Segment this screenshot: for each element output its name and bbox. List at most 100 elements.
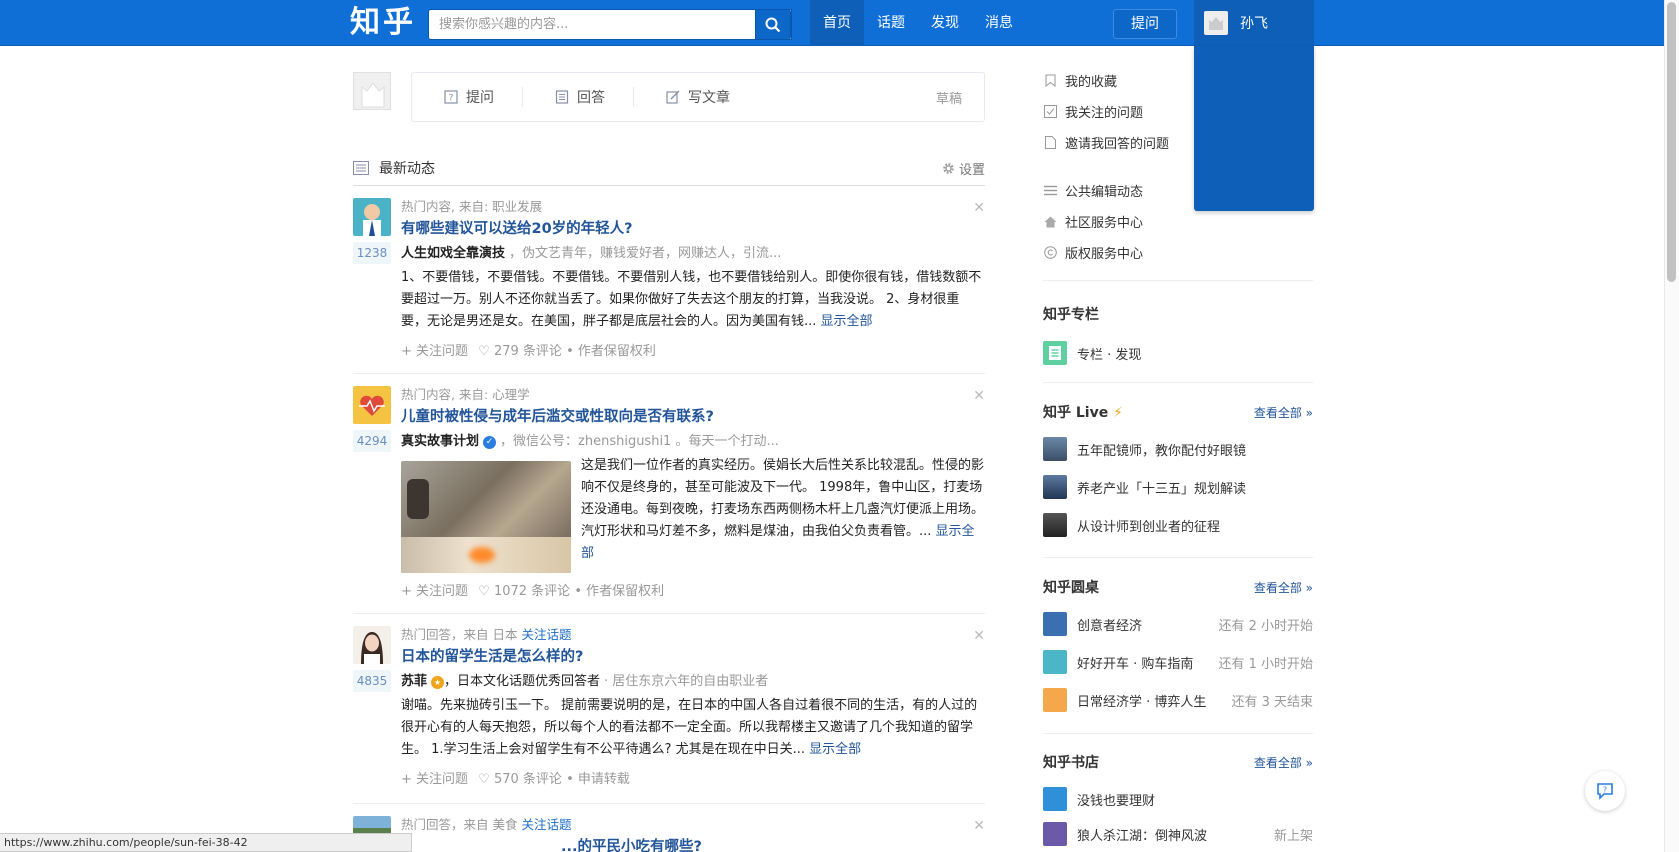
menu-item-logout[interactable]: 退出 [1547, 46, 1679, 87]
topic-thumbnail[interactable] [353, 198, 391, 236]
answer-author: 真实故事计划 ✓ ，微信公号：zhenshigushi1 。每天一个打动... [401, 432, 985, 452]
follow-topic-link[interactable]: 关注话题 [521, 627, 571, 642]
close-icon[interactable]: ✕ [973, 200, 985, 216]
sidebar-item-invitations[interactable]: 邀请我回答的问题 [1043, 127, 1169, 158]
sidebar-item-copyright-center[interactable]: 版权服务中心 [1043, 237, 1143, 268]
sidebar-links-primary: 我的收藏 我关注的问题 邀请我回答的问题 [1043, 65, 1169, 158]
document-icon [1043, 136, 1057, 150]
question-title[interactable]: 日本的留学生活是怎么样的? [401, 646, 985, 668]
item-actions: + 关注问题 ♡ 570 条评论 • 申请转载 [401, 772, 630, 787]
divider [1043, 280, 1313, 281]
composer-avatar[interactable] [353, 72, 391, 110]
sidebar-item-community-center[interactable]: 社区服务中心 [1043, 206, 1143, 237]
roundtable-status: 还有 1 小时开始 [1218, 656, 1313, 672]
question-title[interactable]: 有哪些建议可以送给20岁的年轻人? [401, 218, 985, 240]
follow-topic-link[interactable]: 关注话题 [521, 817, 571, 832]
list-icon [1043, 184, 1057, 198]
drafts-link[interactable]: 草稿 [936, 88, 962, 107]
topic-thumbnail[interactable] [353, 386, 391, 424]
vote-count[interactable]: 4835 [353, 670, 391, 692]
scrollbar-thumb[interactable] [1667, 2, 1676, 282]
sidebar-item-collections[interactable]: 我的收藏 [1043, 65, 1169, 96]
roundtable-icon [1043, 612, 1067, 636]
roundtable-header: 知乎圆桌 查看全部 » [1043, 577, 1313, 597]
bookstore-list: 没钱也要理财 狼人杀江湖：倒神风波 新上架 [1043, 780, 1313, 850]
roundtable-item[interactable]: 日常经济学 · 博弈人生 还有 3 天结束 [1043, 681, 1313, 719]
nav-topics[interactable]: 话题 [864, 0, 918, 46]
search-input[interactable]: 搜索你感兴趣的内容... [428, 9, 792, 40]
feed-settings-link[interactable]: 设置 [942, 159, 985, 178]
feedback-button[interactable]: ? [1585, 771, 1625, 811]
zhihu-logo[interactable]: 知乎 [350, 4, 416, 42]
nav-explore[interactable]: 发现 [918, 0, 972, 46]
live-item[interactable]: 从设计师到创业者的征程 [1043, 506, 1313, 544]
column-discover-item[interactable]: 专栏 · 发现 [1043, 334, 1313, 372]
show-all-link[interactable]: 显示全部 [809, 742, 861, 757]
roundtable-item[interactable]: 创意者经济 还有 2 小时开始 [1043, 605, 1313, 643]
answer-excerpt: 1、不要借钱，不要借钱。不要借钱。不要借别人钱，也不要借钱给别人。即使你很有钱，… [401, 270, 982, 329]
divider [1043, 733, 1313, 734]
item-actions: + 关注问题 ♡ 279 条评论 • 作者保留权利 [401, 344, 656, 359]
roundtable-status: 还有 2 小时开始 [1218, 618, 1313, 634]
repost-request-link[interactable]: 申请转载 [578, 772, 630, 787]
roundtable-item[interactable]: 好好开车 · 购车指南 还有 1 小时开始 [1043, 643, 1313, 681]
nav-home[interactable]: 首页 [810, 0, 864, 46]
question-title[interactable]: ...的平民小吃有哪些? [401, 836, 985, 852]
answer-author: 苏菲 ★ ，日本文化话题优秀回答者 · 居住东京六年的自由职业者 [401, 672, 985, 692]
author-name[interactable]: 人生如戏全靠演技 [401, 244, 505, 264]
live-item[interactable]: 五年配镜师，教你配付好眼镜 [1043, 430, 1313, 468]
author-bio: ，微信公号：zhenshigushi1 。每天一个打动... [500, 434, 779, 449]
author-location: · 居住东京六年的自由职业者 [604, 674, 769, 689]
comment-icon: ♡ [478, 344, 490, 359]
follow-question-button[interactable]: + 关注问题 [401, 772, 468, 787]
composer-write-button[interactable]: 写文章 [634, 85, 730, 109]
item-meta: 热门内容, 来自: 职业发展 [401, 199, 543, 214]
view-all-live-link[interactable]: 查看全部 » [1254, 404, 1313, 421]
divider [353, 373, 985, 374]
feed-header: 最新动态 设置 [353, 151, 985, 186]
search-button[interactable] [755, 9, 791, 40]
author-name[interactable]: 苏菲 [401, 672, 427, 692]
feed-item: 4294 热门内容, 来自: 心理学 儿童时被性侵与成年后滥交或性取向是否有联系… [353, 386, 985, 599]
comments-link[interactable]: 279 条评论 [494, 344, 562, 359]
nav-messages[interactable]: 消息 [972, 0, 1026, 46]
ask-question-button[interactable]: 提问 [1113, 9, 1177, 39]
view-all-books-link[interactable]: 查看全部 » [1254, 754, 1313, 771]
composer-ask-button[interactable]: ? 提问 [412, 85, 494, 109]
checkbox-icon [1043, 105, 1057, 119]
view-all-roundtable-link[interactable]: 查看全部 » [1254, 579, 1313, 596]
composer-answer-button[interactable]: 回答 [523, 85, 605, 109]
comment-icon: ♡ [478, 584, 490, 599]
close-icon[interactable]: ✕ [973, 818, 985, 834]
answer-image[interactable] [401, 461, 571, 573]
list-icon [555, 90, 569, 104]
author-name[interactable]: 真实故事计划 [401, 432, 479, 452]
item-actions: + 关注问题 ♡ 1072 条评论 • 作者保留权利 [401, 584, 665, 599]
book-item[interactable]: 狼人杀江湖：倒神风波 新上架 [1043, 818, 1313, 850]
comment-icon: ♡ [478, 772, 490, 787]
question-icon: ? [444, 90, 458, 104]
close-icon[interactable]: ✕ [973, 388, 985, 404]
vote-count[interactable]: 4294 [353, 430, 391, 452]
live-item[interactable]: 养老产业「十三五」规划解读 [1043, 468, 1313, 506]
user-menu-toggle[interactable]: 孙飞 [1194, 0, 1314, 46]
comments-link[interactable]: 570 条评论 [494, 772, 562, 787]
author-avatar[interactable] [353, 626, 391, 664]
book-item[interactable]: 没钱也要理财 [1043, 780, 1313, 818]
book-cover [1043, 787, 1067, 811]
power-icon [1562, 59, 1576, 75]
sidebar-item-followed-questions[interactable]: 我关注的问题 [1043, 96, 1169, 127]
rights-note: 作者保留权利 [586, 584, 665, 599]
question-title[interactable]: 儿童时被性侵与成年后滥交或性取向是否有联系? [401, 406, 985, 428]
sidebar-item-public-edits[interactable]: 公共编辑动态 [1043, 175, 1143, 206]
close-icon[interactable]: ✕ [973, 628, 985, 644]
live-speaker-avatar [1043, 437, 1067, 461]
vote-count[interactable]: 1238 [353, 242, 391, 264]
answer-author: 人生如戏全靠演技 ，伪文艺青年，赚钱爱好者，网赚达人，引流... [401, 244, 985, 264]
follow-question-button[interactable]: + 关注问题 [401, 584, 468, 599]
main-nav: 首页 话题 发现 消息 [810, 0, 1026, 46]
follow-question-button[interactable]: + 关注问题 [401, 344, 468, 359]
divider [353, 803, 985, 804]
comments-link[interactable]: 1072 条评论 [494, 584, 570, 599]
show-all-link[interactable]: 显示全部 [821, 314, 873, 329]
